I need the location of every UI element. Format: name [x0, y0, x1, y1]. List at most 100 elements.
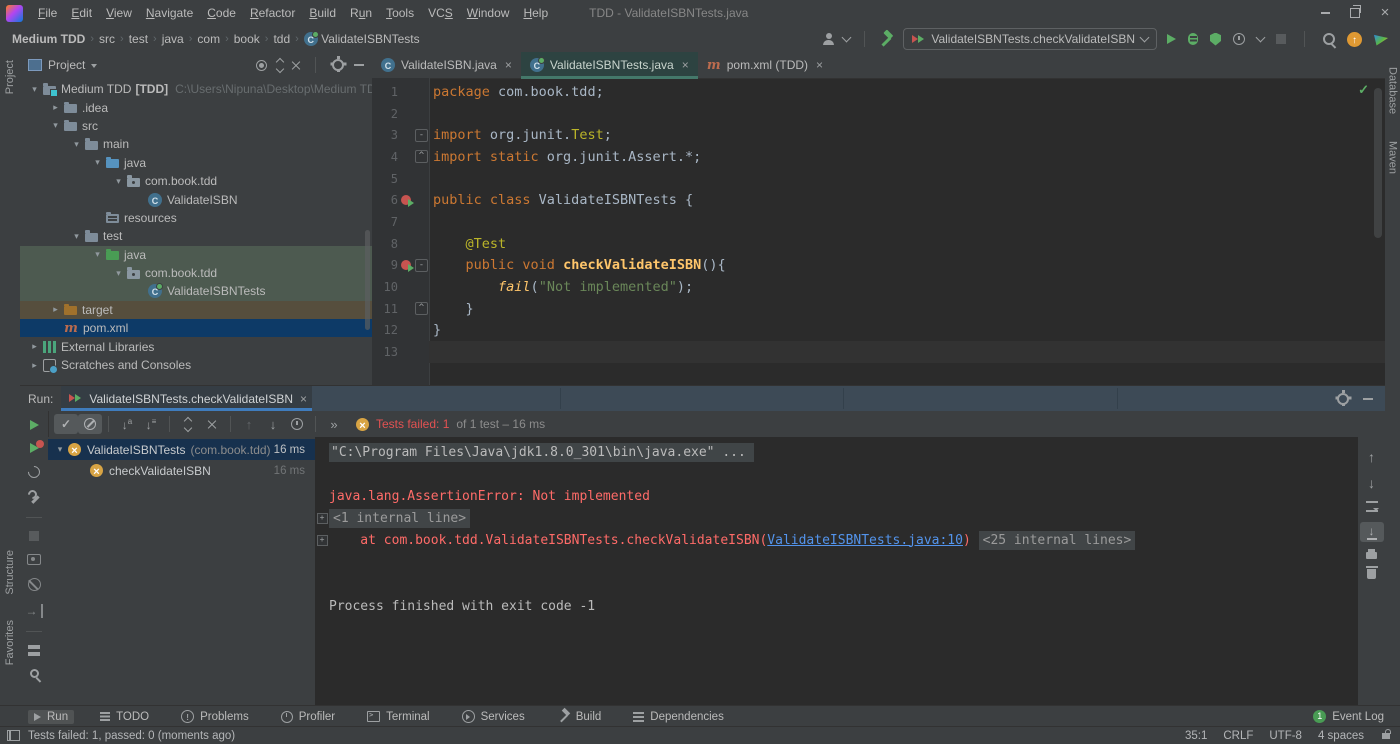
- scroll-up-icon[interactable]: [1368, 449, 1375, 465]
- code-line[interactable]: 1package com.book.tdd;: [372, 81, 1385, 103]
- tree-row[interactable]: ▾com.book.tdd: [20, 172, 372, 190]
- editor-tab[interactable]: ValidateISBN.java×: [372, 52, 521, 78]
- menu-window[interactable]: Window: [460, 6, 517, 20]
- failed-test-run-icon[interactable]: [401, 260, 411, 270]
- tree-row[interactable]: ▸target: [20, 301, 372, 319]
- tool-window-button-todo[interactable]: TODO: [94, 710, 155, 724]
- code-line[interactable]: 9- public void checkValidateISBN(){: [372, 255, 1385, 277]
- code-line[interactable]: 3-import org.junit.Test;: [372, 124, 1385, 146]
- editor-tab[interactable]: ValidateISBNTests.java×: [521, 52, 698, 78]
- stop-disabled-icon[interactable]: [29, 531, 39, 541]
- close-tab-icon[interactable]: ×: [816, 58, 823, 72]
- hide-icon[interactable]: [354, 64, 364, 66]
- breadcrumb-file[interactable]: ValidateISBNTests: [302, 32, 422, 47]
- menu-refactor[interactable]: Refactor: [243, 6, 302, 20]
- profiler-icon[interactable]: [1233, 33, 1245, 45]
- code-line[interactable]: 11^ }: [372, 298, 1385, 320]
- sort-duration-button[interactable]: [139, 414, 163, 434]
- menu-file[interactable]: File: [31, 6, 64, 20]
- chevron-down-icon[interactable]: [842, 33, 852, 43]
- soft-wrap-icon[interactable]: [1366, 501, 1378, 512]
- debug-icon[interactable]: [1188, 33, 1198, 45]
- update-icon[interactable]: [1347, 32, 1362, 47]
- stripe-item-database[interactable]: Database: [1385, 62, 1400, 114]
- code-line[interactable]: 7: [372, 211, 1385, 233]
- stripe-item-favorites[interactable]: Favorites: [0, 620, 20, 670]
- chevron-down-icon[interactable]: [1256, 33, 1266, 43]
- run-icon[interactable]: [1167, 34, 1176, 44]
- tree-row[interactable]: ▾src: [20, 117, 372, 135]
- gear-icon[interactable]: [1337, 393, 1349, 405]
- failed-test-run-icon[interactable]: [401, 195, 411, 205]
- event-log-button[interactable]: 1 Event Log: [1313, 710, 1384, 723]
- chevron-closed-icon[interactable]: ▸: [47, 304, 64, 315]
- more-button[interactable]: [322, 414, 346, 434]
- scroll-end-button[interactable]: [1360, 522, 1384, 542]
- tree-row[interactable]: pom.xml: [20, 319, 372, 337]
- passed-filter-button[interactable]: [54, 414, 78, 434]
- close-button[interactable]: [1370, 0, 1400, 26]
- screenshot-icon[interactable]: [27, 554, 41, 565]
- print-icon[interactable]: [1366, 552, 1377, 559]
- history-button[interactable]: [285, 414, 309, 434]
- code-line[interactable]: 8 @Test: [372, 233, 1385, 255]
- stacktrace-link[interactable]: ValidateISBNTests.java:10: [767, 533, 963, 548]
- chevron-open-icon[interactable]: ▾: [110, 176, 127, 187]
- rerun-failed-icon[interactable]: [30, 443, 39, 453]
- breadcrumb-item[interactable]: Medium TDD: [10, 32, 87, 46]
- tool-window-button-run[interactable]: Run: [28, 710, 74, 724]
- menu-help[interactable]: Help: [516, 6, 555, 20]
- rerun-icon[interactable]: [30, 420, 39, 430]
- project-header-title[interactable]: Project: [48, 58, 85, 72]
- file-encoding[interactable]: UTF-8: [1269, 730, 1302, 742]
- tree-row[interactable]: ▸Scratches and Consoles: [20, 356, 372, 374]
- unlock-icon[interactable]: [1382, 733, 1390, 739]
- tree-row[interactable]: ValidateISBN: [20, 190, 372, 208]
- line-ending[interactable]: CRLF: [1223, 730, 1253, 742]
- tool-window-button-build[interactable]: Build: [551, 709, 608, 724]
- tool-windows-icon[interactable]: [7, 730, 20, 741]
- breadcrumb-item[interactable]: tdd: [271, 32, 292, 46]
- expand-all-button[interactable]: [176, 414, 200, 434]
- tree-row[interactable]: ▾test: [20, 227, 372, 245]
- tool-window-button-profiler[interactable]: Profiler: [275, 710, 341, 724]
- breadcrumb-item[interactable]: book: [232, 32, 262, 46]
- ignored-filter-button[interactable]: [78, 414, 102, 434]
- chevron-closed-icon[interactable]: ▸: [47, 102, 64, 113]
- user-icon[interactable]: [822, 33, 835, 45]
- hide-panel-icon[interactable]: [1363, 398, 1373, 400]
- tool-window-button-problems[interactable]: Problems: [175, 709, 255, 724]
- hammer-icon[interactable]: [879, 32, 893, 46]
- stop-disabled-icon[interactable]: [1276, 34, 1286, 44]
- scroll-down-icon[interactable]: [1368, 475, 1375, 491]
- chevron-closed-icon[interactable]: ▸: [26, 341, 43, 352]
- expand-all-icon[interactable]: [277, 58, 283, 73]
- editor-scrollbar[interactable]: [1374, 88, 1382, 238]
- chevron-open-icon[interactable]: ▾: [26, 84, 43, 95]
- stripe-item-structure[interactable]: Structure: [0, 550, 20, 600]
- close-icon[interactable]: ×: [300, 392, 307, 406]
- chevron-open-icon[interactable]: ▾: [47, 120, 64, 131]
- tree-row[interactable]: ▸.idea: [20, 98, 372, 116]
- locate-icon[interactable]: [256, 60, 267, 71]
- tree-row[interactable]: ▾com.book.tdd: [20, 264, 372, 282]
- tree-row[interactable]: ValidateISBNTests: [20, 282, 372, 300]
- menu-vcs[interactable]: VCS: [421, 6, 460, 20]
- status-message[interactable]: Tests failed: 1, passed: 0 (moments ago): [28, 730, 235, 742]
- test-settings-icon[interactable]: [28, 491, 41, 504]
- stripe-item-project[interactable]: Project: [0, 60, 20, 99]
- close-tab-icon[interactable]: ×: [682, 58, 689, 72]
- tree-row[interactable]: ▸External Libraries: [20, 337, 372, 355]
- code-line[interactable]: 12}: [372, 320, 1385, 342]
- chevron-closed-icon[interactable]: ▸: [26, 360, 43, 371]
- run-tab[interactable]: ValidateISBNTests.checkValidateISBN ×: [61, 386, 315, 411]
- inspections-ok-icon[interactable]: ✓: [1358, 82, 1369, 98]
- sort-alpha-button[interactable]: [115, 414, 139, 434]
- caret-position[interactable]: 35:1: [1185, 730, 1207, 742]
- auto-test-icon[interactable]: [26, 464, 43, 481]
- menu-edit[interactable]: Edit: [64, 6, 99, 20]
- tool-window-button-dependencies[interactable]: Dependencies: [627, 710, 730, 724]
- prev-button[interactable]: [237, 414, 261, 434]
- run-configuration-select[interactable]: ValidateISBNTests.checkValidateISBN: [903, 28, 1157, 50]
- menu-view[interactable]: View: [99, 6, 139, 20]
